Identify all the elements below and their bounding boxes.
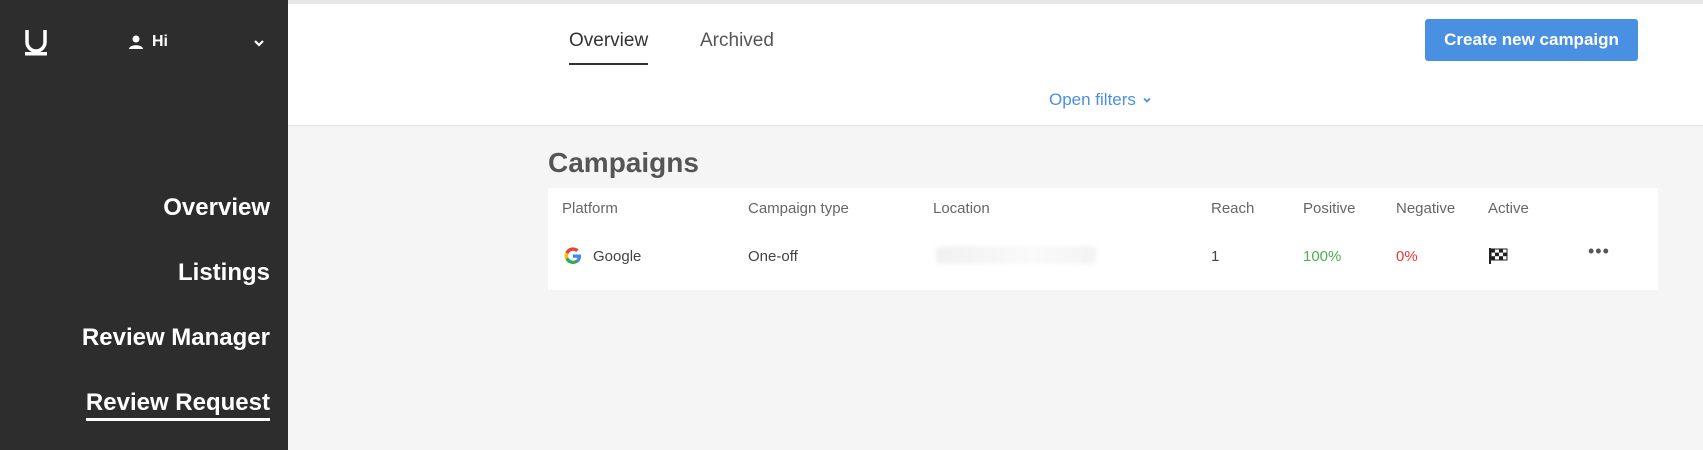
tab-archived[interactable]: Archived <box>700 30 774 52</box>
sidebar-item-label: Overview <box>163 194 270 221</box>
sidebar-item-label: Review Manager <box>81 324 270 351</box>
sidebar-item-review-manager[interactable]: Review Manager <box>82 318 270 383</box>
platform-cell: Google <box>593 248 642 265</box>
chevron-down-icon <box>1143 97 1151 103</box>
negative-cell: 0% <box>1396 248 1418 265</box>
sidebar-nav: Overview Listings Review Manager Review … <box>82 188 270 448</box>
user-greeting: Hi <box>152 33 168 50</box>
user-icon <box>129 35 143 49</box>
column-header-positive: Positive <box>1303 200 1356 217</box>
column-header-negative: Negative <box>1396 200 1456 217</box>
page-title: Campaigns <box>548 147 699 178</box>
column-header-location: Location <box>933 200 990 217</box>
tab-overview[interactable]: Overview <box>569 30 649 65</box>
sidebar-item-listings[interactable]: Listings <box>178 253 270 318</box>
chevron-down-icon[interactable] <box>252 36 266 50</box>
column-header-platform: Platform <box>562 200 618 217</box>
location-cell-redacted <box>936 246 1096 264</box>
sidebar: Hi Overview Listings Review Manager Revi… <box>0 0 288 450</box>
open-filters-label: Open filters <box>1049 90 1136 109</box>
logo-icon[interactable] <box>24 28 48 58</box>
open-filters-toggle[interactable]: Open filters <box>1049 90 1152 110</box>
sidebar-item-label: Review Request <box>85 389 270 421</box>
sidebar-item-overview[interactable]: Overview <box>163 188 270 253</box>
column-header-reach: Reach <box>1211 200 1255 217</box>
google-icon <box>564 247 581 264</box>
reach-cell: 1 <box>1211 248 1220 265</box>
user-menu[interactable]: Hi <box>128 33 168 51</box>
sidebar-item-review-request[interactable]: Review Request <box>85 383 270 448</box>
campaign-type-cell: One-off <box>748 248 798 265</box>
more-options-icon[interactable]: ••• <box>1588 241 1610 262</box>
top-header: Overview Archived Create new campaign Op… <box>288 0 1703 126</box>
sidebar-item-label: Listings <box>177 259 270 286</box>
column-header-campaign-type: Campaign type <box>748 200 849 217</box>
campaigns-table: Platform Campaign type Location Reach Po… <box>548 188 1658 290</box>
checkered-flag-icon <box>1489 248 1508 264</box>
positive-cell: 100% <box>1303 248 1342 265</box>
create-campaign-button[interactable]: Create new campaign <box>1425 19 1638 61</box>
column-header-active: Active <box>1488 200 1529 217</box>
